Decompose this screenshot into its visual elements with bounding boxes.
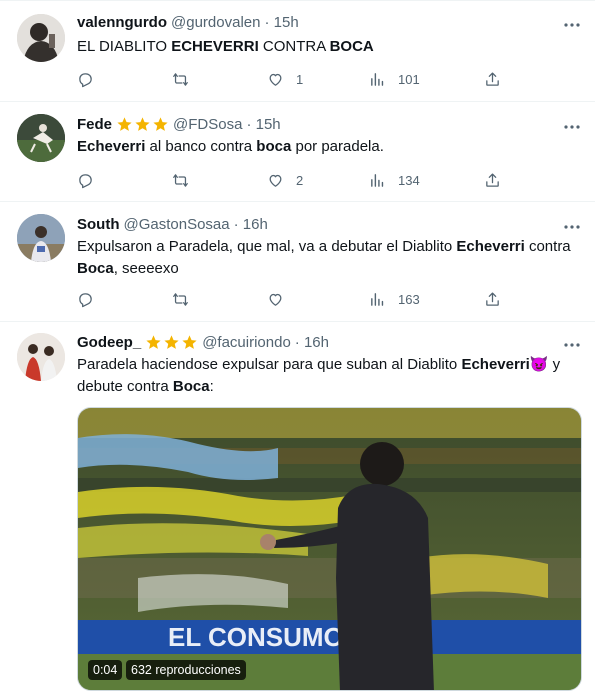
text-segment: Paradela haciendose expulsar para que su… <box>77 356 462 373</box>
tweet-header: Godeep_ @facuiriondo · 16h <box>77 334 329 351</box>
text-segment: Boca <box>172 378 210 395</box>
avatar[interactable] <box>17 114 65 162</box>
views-count: 163 <box>398 291 420 307</box>
display-name[interactable]: South <box>77 216 120 233</box>
text-segment: al banco contra <box>145 138 257 155</box>
tweet-actions: 2 134 <box>77 170 582 190</box>
star-icon <box>181 334 198 351</box>
text-segment: Expulsaron a Paradela, que mal, va a deb… <box>77 238 457 255</box>
reply-button[interactable] <box>77 289 106 309</box>
share-icon <box>484 172 501 189</box>
text-segment: ECHEVERRI <box>171 38 259 55</box>
retweet-icon <box>172 71 189 88</box>
display-name[interactable]: Fede <box>77 116 112 133</box>
more-icon[interactable] <box>562 337 582 353</box>
timestamp[interactable]: · 15h <box>264 14 298 31</box>
star-icon <box>152 116 169 133</box>
text-segment: Boca <box>77 260 114 277</box>
timestamp[interactable]: · 15h <box>246 116 280 133</box>
text-segment: EL DIABLITO <box>77 38 172 55</box>
display-name[interactable]: Godeep_ <box>77 334 141 351</box>
views-button[interactable]: 134 <box>369 170 420 190</box>
video-player[interactable]: EL CONSUMO LUZ 0:04 632 reproducciones <box>77 407 582 691</box>
text-segment: CONTRA <box>258 38 330 55</box>
like-icon <box>267 71 284 88</box>
views-icon <box>369 291 386 308</box>
reply-icon <box>77 172 94 189</box>
avatar[interactable] <box>17 14 65 62</box>
text-segment: : <box>209 378 214 395</box>
reply-button[interactable] <box>77 69 106 89</box>
reply-button[interactable] <box>77 170 106 190</box>
tweet-actions: 163 <box>77 289 582 309</box>
tweet-text: Echeverri al banco contra boca por parad… <box>77 136 582 158</box>
text-segment: BOCA <box>329 38 374 55</box>
tweet-header: South @GastonSosaa · 16h <box>77 216 268 233</box>
more-icon[interactable] <box>562 219 582 235</box>
star-icon <box>163 334 180 351</box>
share-icon <box>484 71 501 88</box>
tweet-text: Expulsaron a Paradela, que mal, va a deb… <box>77 236 582 280</box>
handle[interactable]: @FDSosa <box>173 116 242 133</box>
like-count: 2 <box>296 172 304 188</box>
share-icon <box>484 291 501 308</box>
handle[interactable]: @gurdovalen <box>171 14 260 31</box>
views-button[interactable]: 163 <box>369 289 420 309</box>
share-button[interactable] <box>484 289 501 309</box>
handle[interactable]: @GastonSosaa <box>124 216 230 233</box>
like-icon <box>267 172 284 189</box>
star-icon <box>145 334 162 351</box>
more-icon[interactable] <box>562 17 582 33</box>
text-segment: , seeeexo <box>113 260 179 277</box>
star-emojis <box>145 334 198 351</box>
like-icon <box>267 291 284 308</box>
text-segment: por paradela. <box>291 138 384 155</box>
views-icon <box>369 71 386 88</box>
views-icon <box>369 172 386 189</box>
like-count: 1 <box>296 71 304 87</box>
display-name[interactable]: valenngurdo <box>77 14 167 31</box>
text-segment: contra <box>524 238 571 255</box>
avatar[interactable] <box>17 214 65 262</box>
reply-icon <box>77 291 94 308</box>
tweet-text: EL DIABLITO ECHEVERRI CONTRA BOCA <box>77 36 582 58</box>
tweet-text: Paradela haciendose expulsar para que su… <box>77 354 582 398</box>
star-emojis <box>116 116 169 133</box>
like-button[interactable]: 1 <box>267 69 303 89</box>
views-button[interactable]: 101 <box>369 69 420 89</box>
devil-emoji: 😈 <box>529 356 549 373</box>
text-segment: boca <box>256 138 292 155</box>
video-views: 632 reproducciones <box>126 660 246 680</box>
avatar[interactable] <box>17 333 65 381</box>
retweet-button[interactable] <box>172 170 201 190</box>
retweet-button[interactable] <box>172 69 201 89</box>
retweet-icon <box>172 172 189 189</box>
tweet[interactable]: Fede @FDSosa · 15h Echeverri al banco co… <box>0 102 595 202</box>
text-segment: Echeverri <box>461 356 530 373</box>
tweet-header: Fede @FDSosa · 15h <box>77 116 281 133</box>
views-count: 101 <box>398 71 420 87</box>
retweet-button[interactable] <box>172 289 201 309</box>
star-icon <box>116 116 133 133</box>
timestamp[interactable]: · 16h <box>295 334 329 351</box>
more-icon[interactable] <box>562 119 582 135</box>
share-button[interactable] <box>484 69 501 89</box>
timestamp[interactable]: · 16h <box>234 216 268 233</box>
tweet[interactable]: South @GastonSosaa · 16h Expulsaron a Pa… <box>0 202 595 322</box>
tweet[interactable]: valenngurdo @gurdovalen · 15h EL DIABLIT… <box>0 0 595 102</box>
views-count: 134 <box>398 172 420 188</box>
text-segment: Echeverri <box>77 138 146 155</box>
like-button[interactable] <box>267 289 296 309</box>
star-icon <box>134 116 151 133</box>
tweet-actions: 1 101 <box>77 69 582 89</box>
share-button[interactable] <box>484 170 501 190</box>
tweet-header: valenngurdo @gurdovalen · 15h <box>77 14 299 31</box>
text-segment: Echeverri <box>456 238 525 255</box>
retweet-icon <box>172 291 189 308</box>
reply-icon <box>77 71 94 88</box>
like-button[interactable]: 2 <box>267 170 303 190</box>
video-duration: 0:04 <box>88 660 123 680</box>
video-frame: EL CONSUMO LUZ <box>78 408 581 690</box>
handle[interactable]: @facuiriondo <box>202 334 291 351</box>
